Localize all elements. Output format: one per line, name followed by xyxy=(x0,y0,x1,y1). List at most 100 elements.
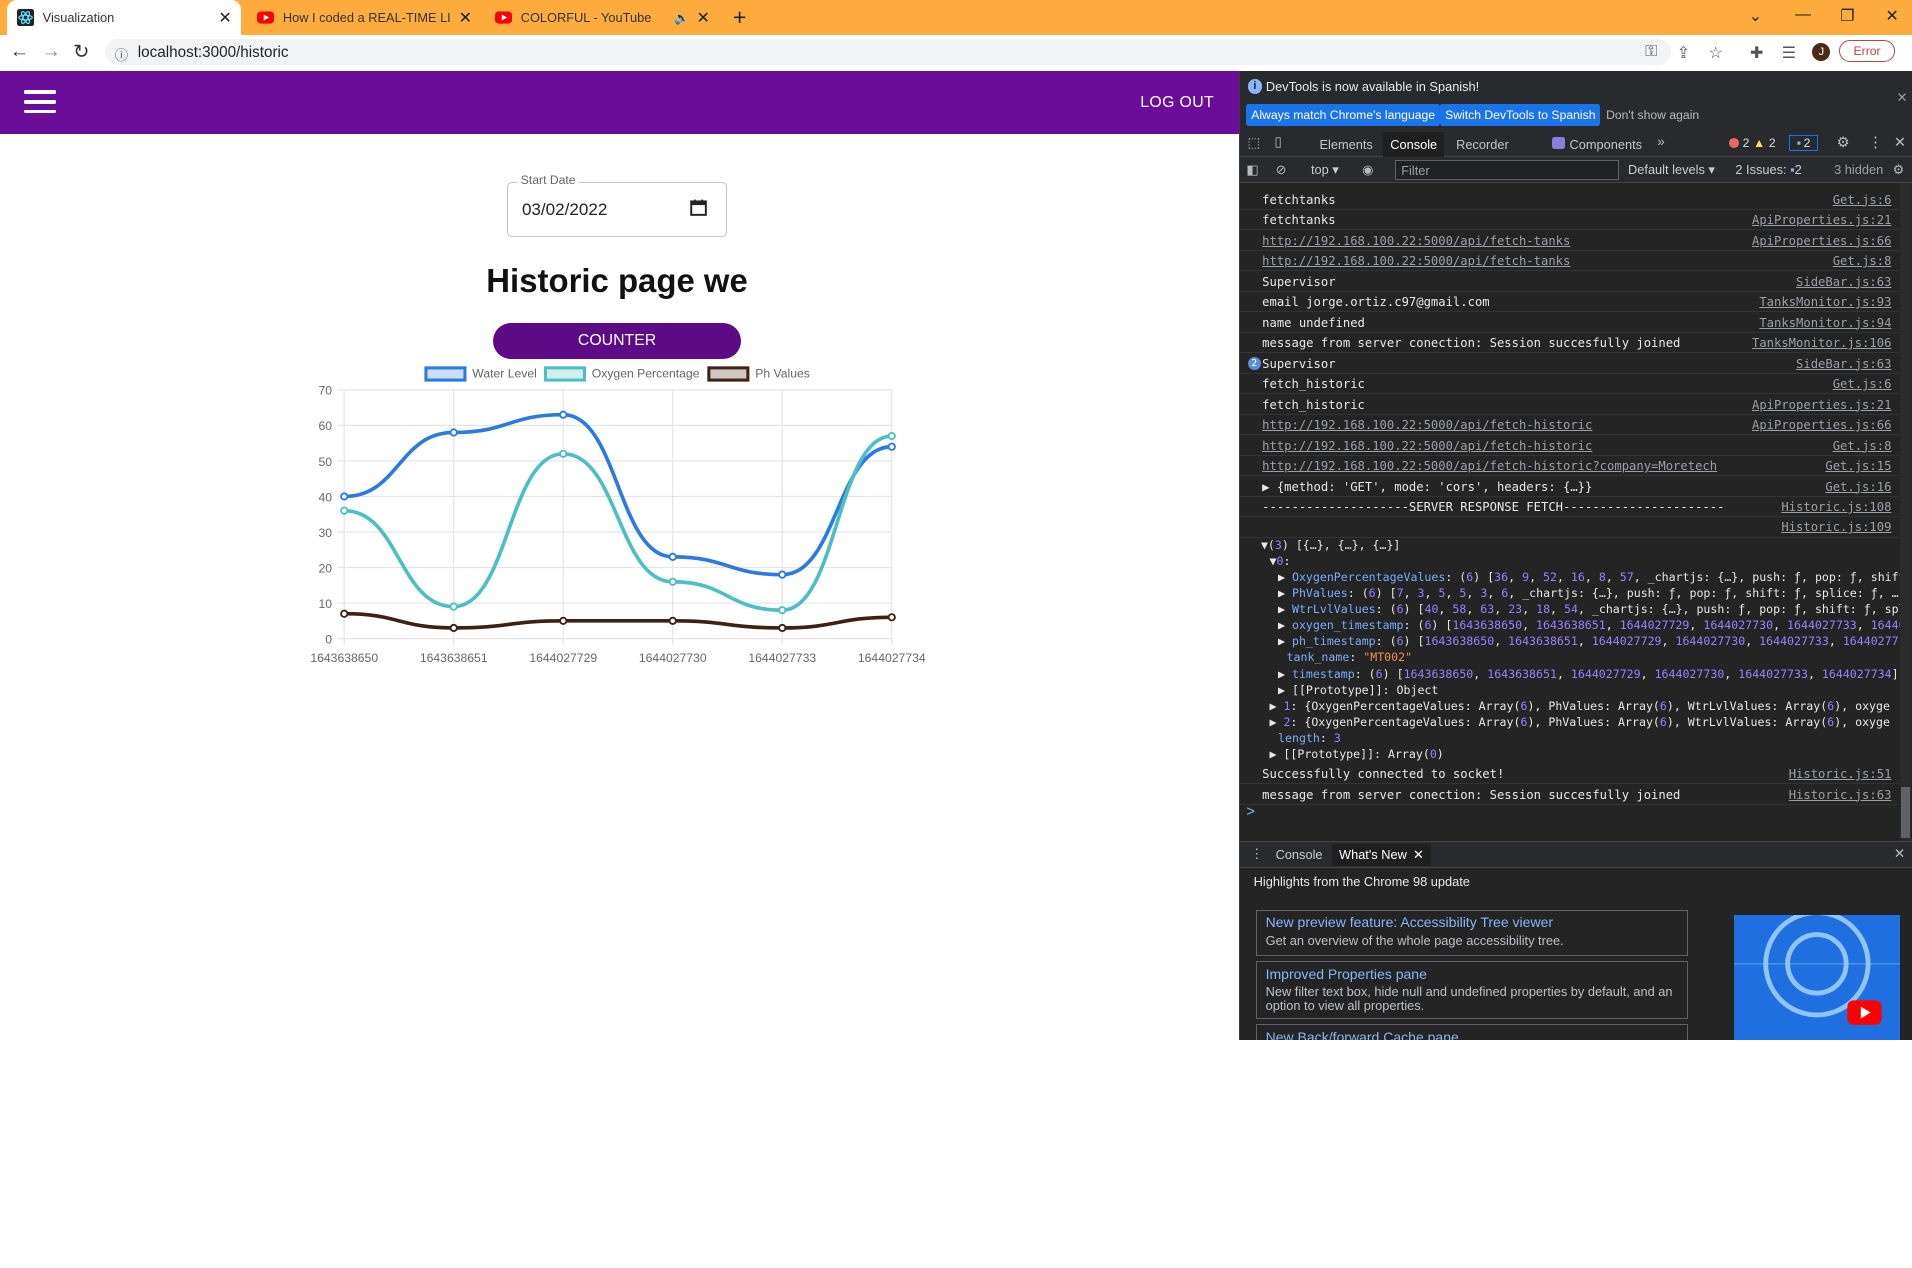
console-settings-icon[interactable]: ⚙ xyxy=(1893,162,1904,178)
dont-show-again-button[interactable]: Don't show again xyxy=(1601,104,1704,126)
calendar-icon[interactable] xyxy=(690,199,708,216)
tab-recorder[interactable]: Recorder xyxy=(1449,132,1516,158)
error-warning-counter[interactable]: 2 ▲ 2 xyxy=(1729,135,1776,151)
console-scrollbar-thumb[interactable] xyxy=(1901,786,1910,838)
object-tree-line[interactable]: ▶ oxygen_timestamp: (6) [1643638650, 164… xyxy=(1278,618,1900,632)
context-selector[interactable]: top ▾ xyxy=(1311,162,1339,178)
log-message[interactable]: http://192.168.100.22:5000/api/fetch-tan… xyxy=(1262,254,1570,268)
console-log-row: Historic.js:109 xyxy=(1240,517,1899,538)
counter-button[interactable]: COUNTER xyxy=(492,323,742,359)
object-tree-line[interactable]: ▶ [[Prototype]]: Array(0) xyxy=(1269,747,1891,761)
log-source-link[interactable]: TanksMonitor.js:106 xyxy=(1752,336,1891,350)
drawer-menu-icon[interactable]: ⋮ xyxy=(1250,846,1263,862)
close-tab-icon[interactable]: ✕ xyxy=(696,8,709,28)
object-tree-line[interactable]: ▶ timestamp: (6) [1643638650, 1643638651… xyxy=(1278,667,1900,681)
log-levels-dropdown[interactable]: Default levels ▾ xyxy=(1628,162,1715,178)
log-message[interactable]: http://192.168.100.22:5000/api/fetch-his… xyxy=(1262,439,1592,453)
log-message[interactable]: http://192.168.100.22:5000/api/fetch-his… xyxy=(1262,459,1717,473)
close-tab-icon[interactable]: ✕ xyxy=(218,8,231,28)
clear-console-icon[interactable]: ⊘ xyxy=(1276,162,1287,178)
key-icon[interactable]: ⚿ xyxy=(1645,43,1657,61)
log-source-link[interactable]: Get.js:6 xyxy=(1833,193,1892,207)
issues-button[interactable]: 2 Issues: ▪2 xyxy=(1735,162,1801,177)
log-source-link[interactable]: TanksMonitor.js:93 xyxy=(1759,295,1891,309)
object-tree-line[interactable]: ▶ 2: {OxygenPercentageValues: Array(6), … xyxy=(1269,715,1891,729)
tab-components[interactable]: Components xyxy=(1562,132,1649,158)
back-icon[interactable]: ← xyxy=(10,40,30,63)
log-source-link[interactable]: SideBar.js:63 xyxy=(1796,357,1891,371)
close-tab-icon[interactable]: ✕ xyxy=(459,8,472,28)
object-tree-line[interactable]: ▶ [[Prototype]]: Object xyxy=(1278,683,1900,697)
log-source-link[interactable]: ApiProperties.js:66 xyxy=(1752,234,1891,248)
object-tree-line[interactable]: ▶ ph_timestamp: (6) [1643638650, 1643638… xyxy=(1278,634,1900,648)
whats-new-card[interactable]: New preview feature: Accessibility Tree … xyxy=(1256,909,1688,957)
close-window-icon[interactable]: ✕ xyxy=(1885,6,1898,26)
more-tabs-icon[interactable]: » xyxy=(1657,134,1664,149)
console-prompt[interactable]: > xyxy=(1246,804,1255,820)
speaker-icon[interactable]: 🔈 xyxy=(674,11,689,25)
object-tree-line[interactable]: ▶ OxygenPercentageValues: (6) [36, 9, 52… xyxy=(1278,570,1900,584)
share-icon[interactable]: ⇪ xyxy=(1677,43,1690,63)
messages-counter[interactable]: ▪ 2 xyxy=(1789,135,1819,152)
object-tree-line[interactable]: ▶ 1: {OxygenPercentageValues: Array(6), … xyxy=(1269,699,1891,713)
log-source-link[interactable]: SideBar.js:63 xyxy=(1796,275,1891,289)
new-tab-icon[interactable]: + xyxy=(733,4,747,31)
log-source-link[interactable]: Get.js:16 xyxy=(1825,480,1891,494)
tab-console[interactable]: Console xyxy=(1382,131,1445,158)
data-point xyxy=(449,602,458,612)
hamburger-menu-icon[interactable] xyxy=(24,90,57,114)
log-source-link[interactable]: TanksMonitor.js:94 xyxy=(1759,316,1891,330)
object-tree-line[interactable]: ▶ PhValues: (6) [7, 3, 5, 5, 3, 6, _char… xyxy=(1278,586,1900,600)
forward-icon[interactable]: → xyxy=(41,40,61,63)
close-drawer-tab-icon[interactable]: ✕ xyxy=(1413,847,1424,863)
drawer-tab-console[interactable]: Console xyxy=(1268,844,1330,866)
log-source-link[interactable]: Get.js:8 xyxy=(1833,254,1892,268)
device-toolbar-icon[interactable]: ▯ xyxy=(1274,134,1281,150)
tab-visualization[interactable]: Visualization ✕ xyxy=(7,0,242,36)
tab-colorful-youtube[interactable]: COLORFUL - YouTube 🔈 ✕ xyxy=(485,0,719,35)
object-tree-line[interactable]: ▶ WtrLvlValues: (6) [40, 58, 63, 23, 18,… xyxy=(1278,602,1900,616)
tab-youtube-realtime[interactable]: How I coded a REAL-TIME LINE C ✕ xyxy=(248,0,482,35)
log-source-link[interactable]: Get.js:8 xyxy=(1833,439,1892,453)
always-match-language-button[interactable]: Always match Chrome's language xyxy=(1246,103,1440,126)
object-tree-line[interactable]: ▼(3) [{…}, {…}, {…}] xyxy=(1261,538,1883,552)
log-source-link[interactable]: Historic.js:108 xyxy=(1781,500,1891,514)
log-source-link[interactable]: Get.js:15 xyxy=(1825,459,1891,473)
whats-new-card[interactable]: Improved Properties pane New filter text… xyxy=(1256,960,1688,1020)
logout-button[interactable]: LOG OUT xyxy=(1140,94,1214,112)
log-message[interactable]: http://192.168.100.22:5000/api/fetch-tan… xyxy=(1262,234,1570,248)
close-banner-icon[interactable]: ✕ xyxy=(1896,90,1907,106)
restore-icon[interactable]: ❐ xyxy=(1840,6,1854,26)
inspect-element-icon[interactable]: ⬚ xyxy=(1248,135,1261,151)
switch-to-spanish-button[interactable]: Switch DevTools to Spanish xyxy=(1440,103,1601,126)
more-options-icon[interactable]: ⋮ xyxy=(1868,134,1883,151)
sidebar-toggle-icon[interactable]: ◧ xyxy=(1246,162,1258,178)
log-source-link[interactable]: ApiProperties.js:21 xyxy=(1752,213,1891,227)
live-expression-eye-icon[interactable]: ◉ xyxy=(1362,162,1373,178)
extensions-icon[interactable]: ✚ xyxy=(1750,43,1763,63)
reading-list-icon[interactable]: ☰ xyxy=(1782,43,1796,63)
whats-new-card[interactable]: New Back/forward Cache pane xyxy=(1256,1024,1688,1041)
object-tree-line[interactable]: ▼0: xyxy=(1269,554,1891,568)
whats-new-video-thumbnail[interactable] xyxy=(1734,914,1900,1041)
close-devtools-icon[interactable]: ✕ xyxy=(1894,134,1906,151)
info-icon[interactable]: ⓘ xyxy=(115,44,128,64)
log-source-link[interactable]: Historic.js:51 xyxy=(1789,767,1892,781)
log-source-link[interactable]: ApiProperties.js:21 xyxy=(1752,398,1891,412)
drawer-tab-whats-new[interactable]: What's New ✕ xyxy=(1331,843,1432,866)
tab-elements[interactable]: Elements xyxy=(1312,132,1380,158)
log-source-link[interactable]: Historic.js:63 xyxy=(1789,788,1892,802)
minimize-icon[interactable]: — xyxy=(1795,6,1811,24)
log-source-link[interactable]: Get.js:6 xyxy=(1833,377,1892,391)
log-message[interactable]: http://192.168.100.22:5000/api/fetch-his… xyxy=(1262,418,1592,432)
console-scrollbar[interactable] xyxy=(1899,182,1911,842)
bookmark-star-icon[interactable]: ☆ xyxy=(1709,43,1723,63)
settings-gear-icon[interactable]: ⚙ xyxy=(1837,134,1850,151)
reload-icon[interactable]: ↻ xyxy=(73,40,89,64)
address-bar[interactable] xyxy=(104,39,1671,65)
close-drawer-icon[interactable]: ✕ xyxy=(1894,846,1905,862)
tab-search-icon[interactable]: ⌄ xyxy=(1749,6,1762,26)
error-button[interactable]: Error xyxy=(1839,40,1896,63)
log-source-link[interactable]: Historic.js:109 xyxy=(1781,520,1891,534)
log-source-link[interactable]: ApiProperties.js:66 xyxy=(1752,418,1891,432)
